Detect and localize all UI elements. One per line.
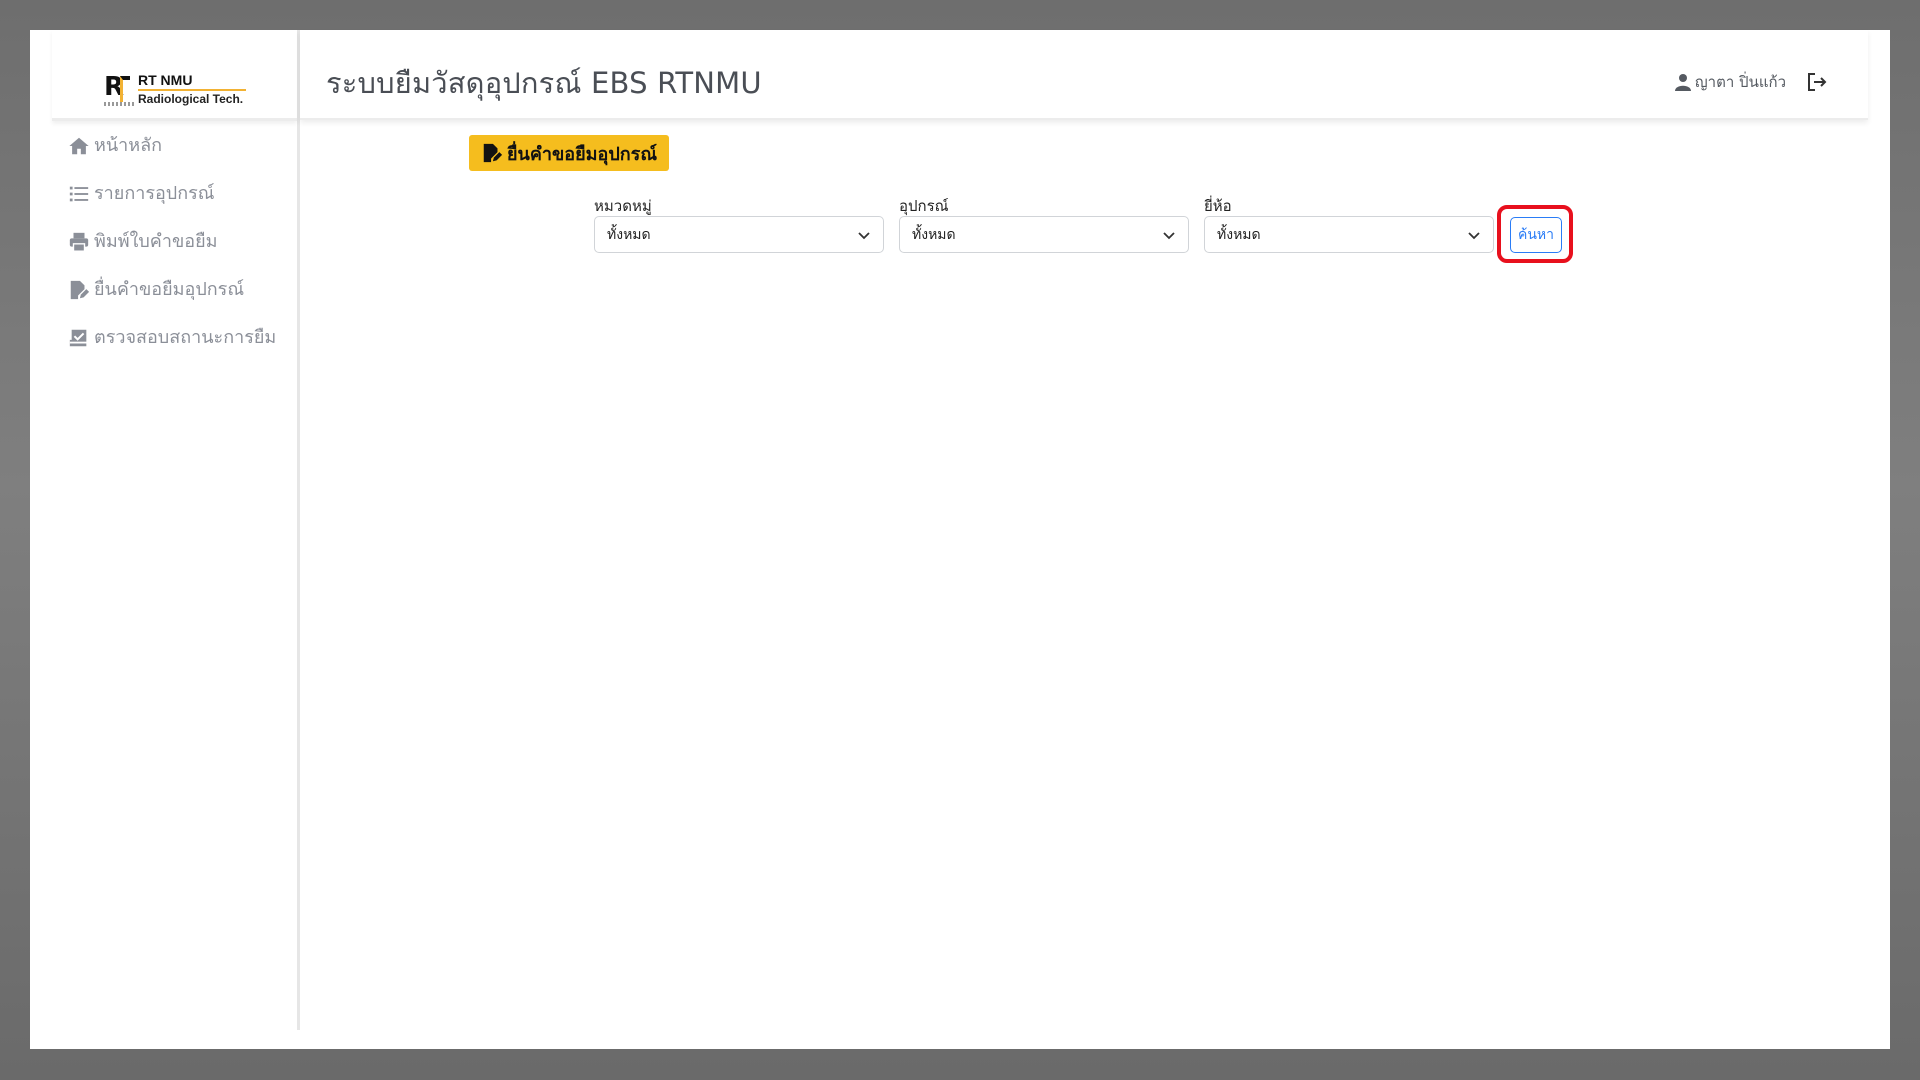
equipment-select-value: ทั้งหมด (912, 226, 956, 243)
brand-subtitle: Radiological Tech. (138, 92, 244, 106)
inbox-check-icon (69, 329, 89, 347)
top-header: ระบบยืมวัสดุอุปกรณ์ EBS RTNMU ญาตา ปิ่นแ… (300, 30, 1868, 120)
chevron-down-icon (1163, 231, 1175, 239)
sidebar: R RT NMU Radiological Tech. หน้าหลัก ราย… (30, 30, 300, 1030)
user-name[interactable]: ญาตา ปิ่นแก้ว (1695, 70, 1786, 94)
sidebar-item-label: พิมพ์ใบคำขอยืม (94, 231, 218, 252)
user-icon (1674, 74, 1691, 91)
category-select-value: ทั้งหมด (607, 226, 651, 243)
brand-select[interactable]: ทั้งหมด (1204, 216, 1494, 253)
sidebar-nav: หน้าหลัก รายการอุปกรณ์ พิมพ์ใบคำขอยืม ยื… (68, 134, 288, 374)
search-button[interactable]: ค้นหา (1510, 217, 1562, 253)
user-area: ญาตา ปิ่นแก้ว (1674, 70, 1828, 94)
category-filter: หมวดหมู่ ทั้งหมด (594, 194, 884, 253)
logout-icon[interactable] (1806, 72, 1828, 92)
brand-logo[interactable]: R RT NMU Radiological Tech. (104, 72, 249, 108)
sidebar-item-print-form[interactable]: พิมพ์ใบคำขอยืม (68, 230, 288, 254)
brand-title: RT NMU (138, 72, 193, 88)
sidebar-item-label: หน้าหลัก (94, 135, 163, 156)
sidebar-item-submit-request[interactable]: ยื่นคำขอยืมอุปกรณ์ (68, 278, 288, 302)
logo-area: R RT NMU Radiological Tech. (52, 30, 297, 121)
brand-select-value: ทั้งหมด (1217, 226, 1261, 243)
sidebar-item-label: ยื่นคำขอยืมอุปกรณ์ (94, 279, 245, 300)
home-icon (69, 137, 89, 155)
app-window: R RT NMU Radiological Tech. หน้าหลัก ราย… (30, 30, 1890, 1049)
category-select[interactable]: ทั้งหมด (594, 216, 884, 253)
submit-request-button[interactable]: ยื่นคำขอยืมอุปกรณ์ (469, 135, 670, 171)
sidebar-item-equipment-list[interactable]: รายการอุปกรณ์ (68, 182, 288, 206)
brand-filter: ยี่ห้อ ทั้งหมด (1204, 194, 1494, 253)
brand-divider (138, 89, 246, 91)
equipment-filter: อุปกรณ์ ทั้งหมด (899, 194, 1189, 253)
submit-request-label: ยื่นคำขอยืมอุปกรณ์ (507, 143, 658, 165)
brand-filter-label: ยี่ห้อ (1204, 197, 1232, 215)
sidebar-item-check-status[interactable]: ตรวจสอบสถานะการยืม (68, 326, 288, 350)
file-edit-icon (483, 143, 503, 163)
chevron-down-icon (858, 231, 870, 239)
equipment-select[interactable]: ทั้งหมด (899, 216, 1189, 253)
page-title: ระบบยืมวัสดุอุปกรณ์ EBS RTNMU (326, 66, 762, 100)
list-icon (69, 186, 89, 202)
printer-icon (69, 232, 89, 252)
equipment-filter-label: อุปกรณ์ (899, 197, 949, 215)
category-filter-label: หมวดหมู่ (594, 197, 652, 215)
sidebar-item-label: ตรวจสอบสถานะการยืม (94, 327, 277, 348)
sidebar-item-home[interactable]: หน้าหลัก (68, 134, 288, 158)
logo-mark-icon: R (104, 72, 134, 108)
chevron-down-icon (1468, 231, 1480, 239)
sidebar-item-label: รายการอุปกรณ์ (94, 183, 215, 204)
file-edit-icon (70, 280, 90, 300)
